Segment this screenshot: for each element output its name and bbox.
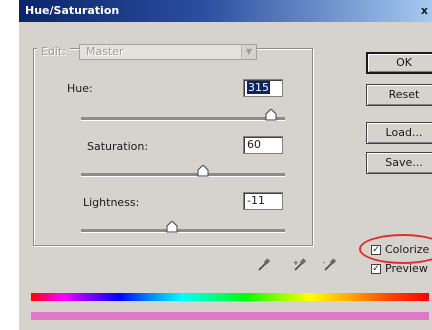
- edit-label-row: Edit:: [37, 42, 71, 60]
- chevron-down-icon: ▼: [241, 45, 256, 59]
- colorize-checkbox[interactable]: ✓: [371, 244, 381, 255]
- saturation-value: 60: [247, 138, 261, 151]
- input-color-bar: [31, 293, 429, 301]
- hue-value: 315: [247, 81, 270, 94]
- edit-label: Edit:: [41, 44, 67, 58]
- save-button[interactable]: Save...: [366, 152, 432, 174]
- hue-label: Hue:: [67, 82, 93, 95]
- hue-saturation-dialog: Hue/Saturation x Edit: Master ▼ Hue: 315…: [18, 0, 432, 330]
- reset-button[interactable]: Reset: [366, 84, 432, 106]
- ok-button[interactable]: OK: [366, 52, 432, 74]
- edit-dropdown-value: Master: [86, 45, 124, 58]
- svg-text:+: +: [293, 259, 299, 267]
- eyedropper-minus-icon[interactable]: -: [323, 258, 337, 272]
- lightness-input[interactable]: -11: [243, 192, 283, 210]
- saturation-input[interactable]: 60: [243, 136, 283, 154]
- edit-dropdown[interactable]: Master ▼: [79, 44, 257, 60]
- eyedropper-plus-icon[interactable]: +: [293, 258, 307, 272]
- eyedropper-icon[interactable]: [257, 258, 271, 272]
- colorize-checkbox-row[interactable]: ✓ Colorize: [371, 243, 429, 256]
- preview-label: Preview: [385, 262, 428, 275]
- preview-checkbox-row[interactable]: ✓ Preview: [371, 262, 428, 275]
- lightness-slider-track[interactable]: [81, 229, 285, 233]
- lightness-value: -11: [247, 194, 265, 207]
- hue-slider-track[interactable]: [81, 117, 285, 121]
- lightness-label: Lightness:: [83, 196, 140, 209]
- title-bar[interactable]: Hue/Saturation x: [19, 0, 432, 22]
- window-title: Hue/Saturation: [25, 4, 120, 17]
- close-icon[interactable]: x: [421, 0, 428, 22]
- load-button[interactable]: Load...: [366, 122, 432, 144]
- output-color-bar: [31, 312, 429, 320]
- preview-checkbox[interactable]: ✓: [371, 263, 381, 274]
- colorize-label: Colorize: [385, 243, 430, 256]
- saturation-label: Saturation:: [87, 140, 149, 153]
- svg-text:-: -: [323, 259, 326, 267]
- saturation-slider-track[interactable]: [81, 173, 285, 177]
- hue-input[interactable]: 315: [243, 79, 283, 97]
